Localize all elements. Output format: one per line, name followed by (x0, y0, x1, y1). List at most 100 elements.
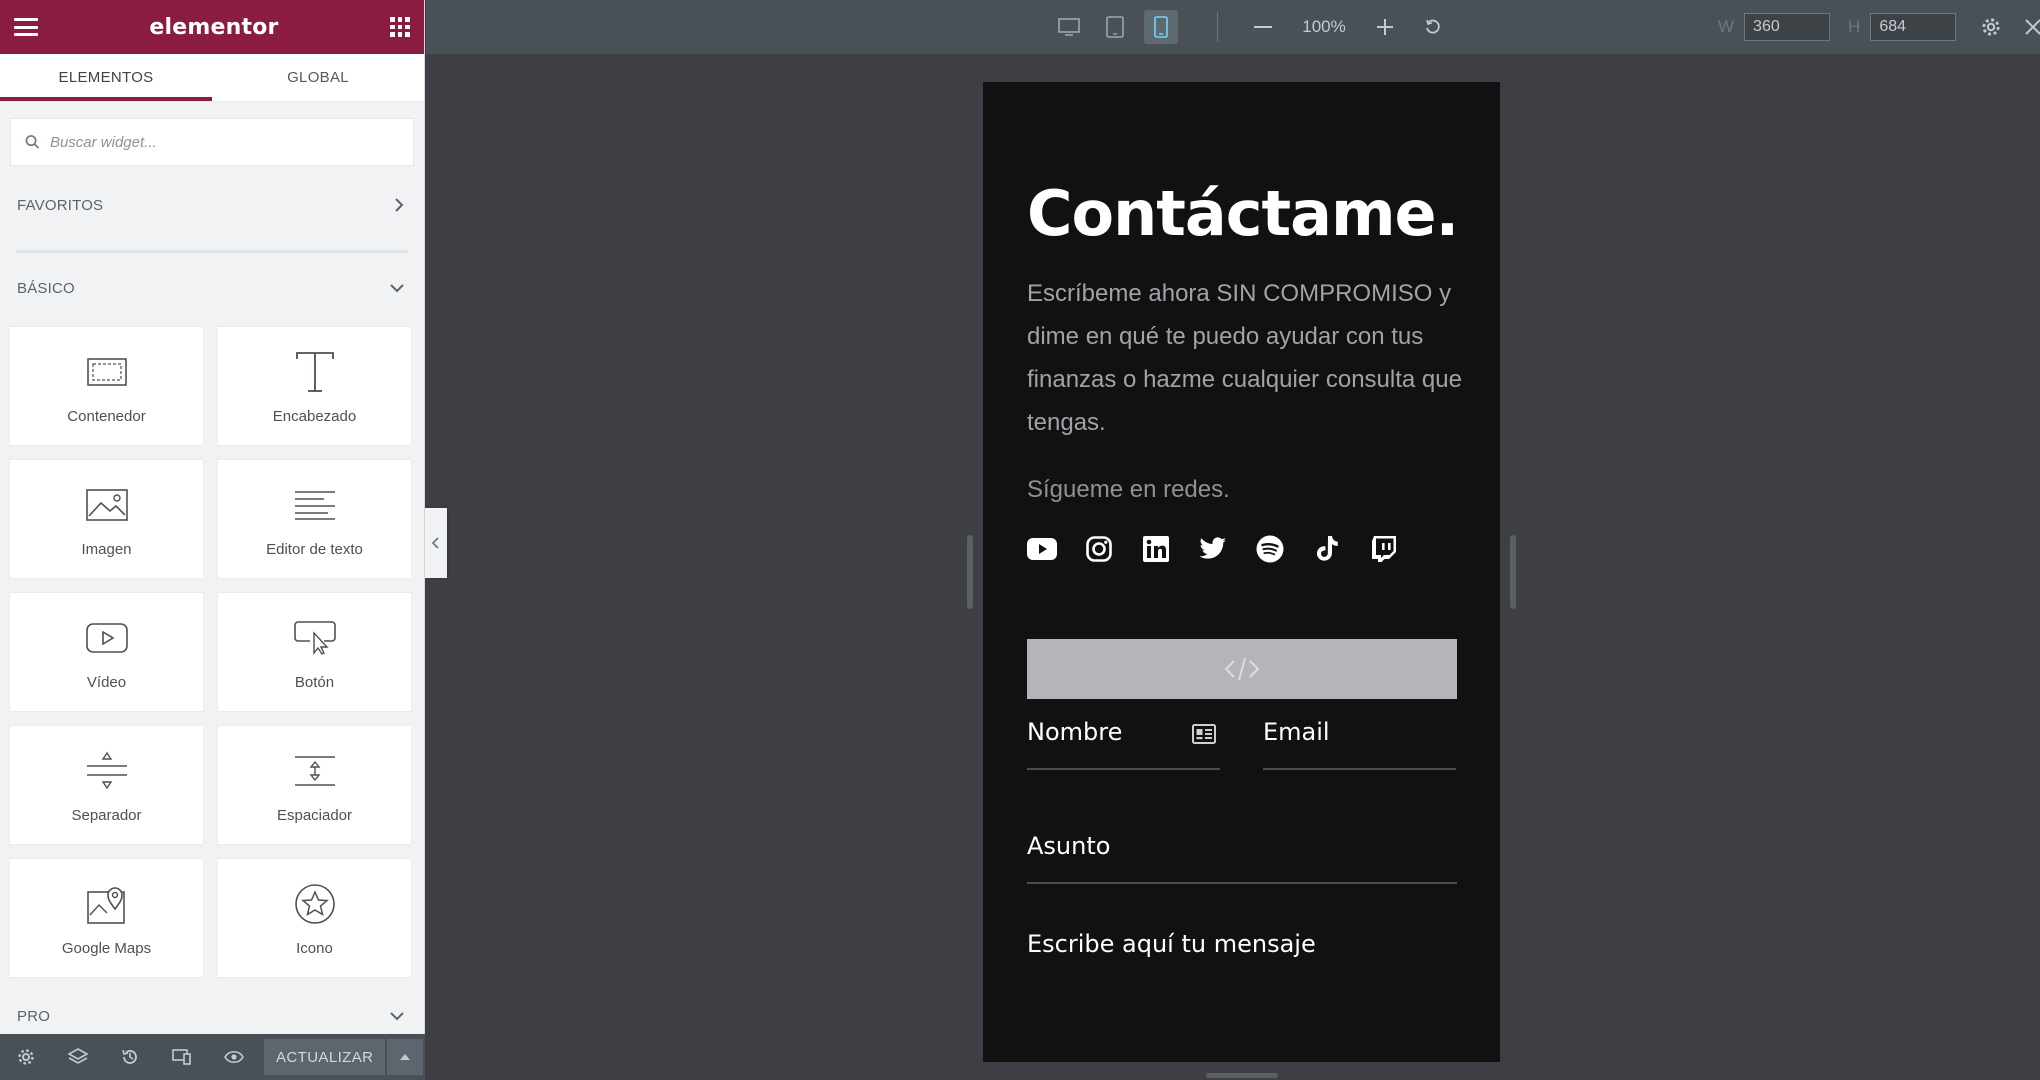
subject-field[interactable]: Asunto (1027, 832, 1457, 884)
plus-icon (1377, 19, 1393, 35)
update-options-button[interactable] (387, 1039, 424, 1075)
preview-button[interactable] (208, 1034, 260, 1080)
section-basico-label: BÁSICO (17, 279, 75, 297)
widget-separador[interactable]: Separador (10, 726, 203, 844)
instagram-icon[interactable] (1084, 534, 1114, 564)
subject-field-label: Asunto (1027, 832, 1111, 860)
minus-icon (1254, 26, 1272, 28)
responsive-icon (172, 1049, 191, 1065)
gear-icon (1982, 18, 2000, 36)
widget-icono[interactable]: Icono (218, 859, 411, 977)
tiktok-icon[interactable] (1312, 534, 1342, 564)
spacer-icon (294, 755, 335, 786)
widget-label: Imagen (81, 540, 132, 558)
star-icon (294, 883, 335, 924)
section-pro-label: PRO (17, 1007, 51, 1025)
widget-boton[interactable]: Botón (218, 593, 411, 711)
zoom-level: 100% (1302, 17, 1346, 36)
code-icon (1225, 657, 1259, 681)
tablet-icon (1106, 16, 1124, 38)
widget-search-box (10, 118, 414, 166)
eye-icon (224, 1050, 244, 1064)
zoom-out-button[interactable] (1246, 10, 1280, 44)
spotify-icon[interactable] (1255, 534, 1285, 564)
widget-label: Separador (71, 806, 142, 824)
intro-text[interactable]: Escríbeme ahora SIN COMPROMISO y dime en… (1027, 272, 1467, 444)
linkedin-icon[interactable] (1141, 534, 1171, 564)
widget-label: Encabezado (272, 407, 357, 425)
device-desktop-button[interactable] (1052, 10, 1086, 44)
editor-sidebar: elementor ELEMENTOS GLOBAL FAVORITOS BÁS… (0, 0, 425, 1080)
name-field-label: Nombre (1027, 718, 1123, 746)
gear-icon (18, 1049, 34, 1065)
youtube-icon[interactable] (1027, 534, 1057, 564)
email-field[interactable]: Email (1263, 718, 1456, 770)
responsive-settings-button[interactable] (1974, 10, 2008, 44)
device-mobile-button[interactable] (1144, 10, 1178, 44)
resize-handle-left[interactable] (967, 535, 973, 609)
responsive-topbar: 100% W H (426, 0, 2040, 54)
history-icon (122, 1049, 137, 1064)
sidebar-header: elementor (0, 0, 424, 54)
reset-icon (1426, 19, 1440, 34)
chevron-right-icon (395, 198, 404, 212)
caret-up-icon (400, 1054, 411, 1060)
widget-google-maps[interactable]: Google Maps (10, 859, 203, 977)
widget-editor-de-texto[interactable]: Editor de texto (218, 460, 411, 578)
height-input[interactable] (1870, 13, 1957, 41)
close-responsive-button[interactable] (2016, 10, 2040, 44)
widget-label: Google Maps (61, 939, 152, 957)
widget-imagen[interactable]: Imagen (10, 460, 203, 578)
settings-button[interactable] (0, 1034, 52, 1080)
tab-global[interactable]: GLOBAL (212, 54, 424, 101)
hamburger-menu-icon[interactable] (14, 18, 38, 36)
widget-label: Botón (294, 673, 335, 691)
history-button[interactable] (104, 1034, 156, 1080)
section-basico[interactable]: BÁSICO (0, 263, 424, 313)
html-widget-placeholder[interactable] (1027, 639, 1457, 699)
message-field[interactable]: Escribe aquí tu mensaje (1027, 930, 1316, 958)
device-switcher (1052, 10, 1178, 44)
widget-grid: Contenedor Encabezado Imagen Editor de t… (0, 313, 424, 977)
zoom-controls: 100% (1246, 10, 1450, 44)
width-input[interactable] (1744, 13, 1831, 41)
widget-encabezado[interactable]: Encabezado (218, 327, 411, 445)
image-icon (85, 488, 128, 521)
follow-text[interactable]: Sígueme en redes. (1027, 476, 1230, 504)
device-tablet-button[interactable] (1098, 10, 1132, 44)
chevron-down-icon (390, 284, 404, 293)
reset-zoom-button[interactable] (1416, 10, 1450, 44)
twitter-icon[interactable] (1198, 534, 1228, 564)
widget-video[interactable]: Vídeo (10, 593, 203, 711)
widget-label: Espaciador (276, 806, 353, 824)
resize-handle-right[interactable] (1510, 535, 1516, 609)
widget-search-input[interactable] (49, 133, 399, 151)
responsive-mode-button[interactable] (156, 1034, 208, 1080)
widget-espaciador[interactable]: Espaciador (218, 726, 411, 844)
section-divider (16, 250, 408, 253)
width-label: W (1718, 17, 1735, 36)
tab-elementos[interactable]: ELEMENTOS (0, 54, 212, 101)
close-icon (2025, 19, 2040, 35)
container-icon (86, 357, 127, 386)
widgets-grid-icon[interactable] (389, 17, 410, 37)
layers-icon (68, 1048, 88, 1064)
section-favoritos-label: FAVORITOS (17, 196, 104, 214)
section-favoritos[interactable]: FAVORITOS (0, 180, 424, 230)
page-title[interactable]: Contáctame. (1027, 177, 1459, 250)
collapse-sidebar-button[interactable] (425, 508, 447, 578)
chevron-down-icon (390, 1012, 404, 1021)
contact-card-icon (1192, 724, 1216, 744)
resize-handle-bottom[interactable] (1206, 1073, 1278, 1078)
search-icon (25, 135, 40, 149)
navigator-button[interactable] (52, 1034, 104, 1080)
twitch-icon[interactable] (1369, 534, 1399, 564)
desktop-icon (1058, 18, 1080, 36)
widget-contenedor[interactable]: Contenedor (10, 327, 203, 445)
zoom-in-button[interactable] (1368, 10, 1402, 44)
video-icon (85, 622, 128, 653)
widget-label: Icono (296, 939, 333, 957)
text-editor-icon (294, 490, 335, 520)
social-icons (1027, 534, 1399, 564)
update-button[interactable]: ACTUALIZAR (264, 1039, 386, 1075)
